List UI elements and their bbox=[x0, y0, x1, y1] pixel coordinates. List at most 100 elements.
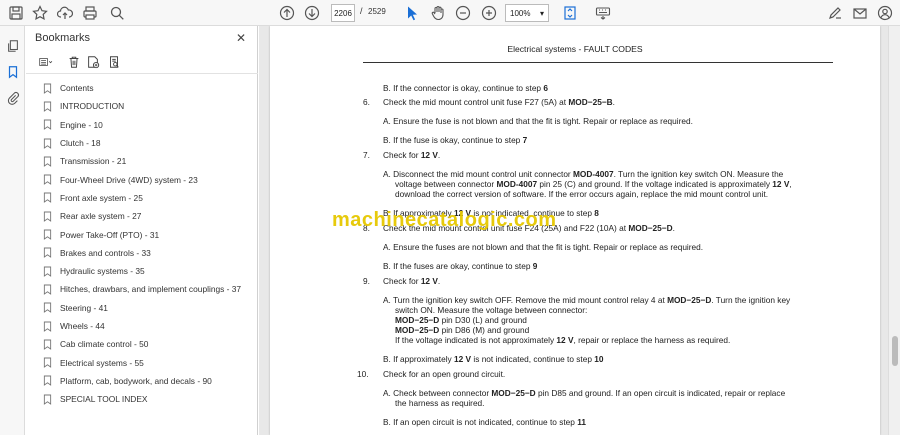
page-thumbnails-icon[interactable] bbox=[4, 37, 21, 54]
doc-line: A. Ensure the fuses are not blown and th… bbox=[383, 242, 704, 252]
bookmark-icon bbox=[43, 338, 53, 350]
scrollbar-thumb[interactable] bbox=[892, 336, 898, 366]
bookmark-item[interactable]: Transmission - 21 bbox=[26, 152, 258, 170]
bookmark-item[interactable]: Engine - 10 bbox=[26, 116, 258, 134]
bookmark-item[interactable]: Brakes and controls - 33 bbox=[26, 244, 258, 262]
print-icon[interactable] bbox=[80, 3, 100, 23]
bookmark-item[interactable]: INTRODUCTION bbox=[26, 97, 258, 115]
bookmark-item[interactable]: Platform, cab, bodywork, and decals - 90 bbox=[26, 372, 258, 390]
bookmark-icon bbox=[43, 247, 53, 259]
bookmark-label: Hitches, drawbars, and implement couplin… bbox=[60, 284, 242, 295]
doc-line: Check for 12 V. bbox=[383, 276, 441, 286]
bookmark-icon bbox=[43, 320, 53, 332]
bookmarks-panel-icon[interactable] bbox=[4, 63, 21, 80]
page-separator: / bbox=[360, 6, 363, 16]
bookmark-label: Hydraulic systems - 35 bbox=[60, 266, 145, 277]
bookmark-label: Steering - 41 bbox=[60, 302, 108, 313]
doc-line: B. If approximately 12 V is not indicate… bbox=[383, 354, 604, 364]
page-number-input[interactable]: 2206 bbox=[331, 4, 355, 22]
page-fit-icon[interactable] bbox=[560, 3, 580, 23]
doc-line: download the correct version of software… bbox=[395, 189, 769, 199]
bookmark-label: Contents bbox=[60, 83, 94, 94]
bookmark-item[interactable]: Electrical systems - 55 bbox=[26, 353, 258, 371]
new-bookmark-icon[interactable] bbox=[85, 54, 101, 70]
save-icon[interactable] bbox=[6, 3, 26, 23]
bookmark-item[interactable]: Hydraulic systems - 35 bbox=[26, 262, 258, 280]
bookmark-item[interactable]: Four-Wheel Drive (4WD) system - 23 bbox=[26, 170, 258, 188]
pen-sign-icon[interactable] bbox=[825, 3, 845, 23]
doc-line: Check for an open ground circuit. bbox=[383, 369, 506, 379]
email-icon[interactable] bbox=[850, 3, 870, 23]
zoom-out-icon[interactable] bbox=[453, 3, 473, 23]
bookmark-item[interactable]: Front axle system - 25 bbox=[26, 189, 258, 207]
chevron-down-icon: ▾ bbox=[539, 8, 544, 18]
header-rule bbox=[363, 62, 833, 63]
bookmark-item[interactable]: Clutch - 18 bbox=[26, 134, 258, 152]
bookmark-item[interactable]: Hitches, drawbars, and implement couplin… bbox=[26, 280, 258, 298]
bookmark-label: Four-Wheel Drive (4WD) system - 23 bbox=[60, 174, 198, 185]
next-page-icon[interactable] bbox=[302, 3, 322, 23]
keyboard-icon[interactable] bbox=[593, 3, 613, 23]
doc-line: MOD−25−D pin D30 (L) and ground bbox=[395, 315, 527, 325]
bookmark-item[interactable]: Power Take-Off (PTO) - 31 bbox=[26, 225, 258, 243]
bookmark-item[interactable]: Cab climate control - 50 bbox=[26, 335, 258, 353]
bookmark-icon bbox=[43, 265, 53, 277]
bookmark-label: Rear axle system - 27 bbox=[60, 211, 142, 222]
vertical-scrollbar[interactable] bbox=[888, 26, 900, 435]
bookmark-item[interactable]: Rear axle system - 27 bbox=[26, 207, 258, 225]
step-number: 9. bbox=[363, 276, 370, 286]
doc-line: the harness as required. bbox=[395, 398, 485, 408]
bookmark-label: Front axle system - 25 bbox=[60, 192, 143, 203]
account-icon[interactable] bbox=[875, 3, 895, 23]
bookmark-icon bbox=[43, 155, 53, 167]
close-icon[interactable]: ✕ bbox=[234, 31, 248, 45]
bookmark-label: INTRODUCTION bbox=[60, 101, 125, 112]
bookmark-icon bbox=[43, 119, 53, 131]
bookmark-label: Brakes and controls - 33 bbox=[60, 247, 151, 258]
bookmark-label: Cab climate control - 50 bbox=[60, 339, 149, 350]
zoom-select[interactable]: 100% ▾ bbox=[505, 4, 549, 22]
bookmark-icon bbox=[43, 192, 53, 204]
bookmark-label: Power Take-Off (PTO) - 31 bbox=[60, 229, 160, 240]
step-number: 6. bbox=[363, 97, 370, 107]
bookmarks-list: Contents INTRODUCTION Engine - 10 Clutch - … bbox=[26, 79, 258, 408]
search-icon[interactable] bbox=[107, 3, 127, 23]
doc-line: B. If the fuse is okay, continue to step… bbox=[383, 135, 528, 145]
page-header: Electrical systems - FAULT CODES bbox=[507, 44, 643, 54]
cloud-upload-icon[interactable] bbox=[55, 3, 75, 23]
bookmark-label: Engine - 10 bbox=[60, 119, 103, 130]
bookmark-star-icon[interactable] bbox=[30, 3, 50, 23]
doc-line: Check for 12 V. bbox=[383, 150, 441, 160]
bookmarks-panel: Bookmarks ✕ Contents INTRODUCTION Engine -… bbox=[26, 26, 258, 435]
doc-line: voltage between connector MOD-4007 pin 2… bbox=[395, 179, 792, 189]
previous-page-icon[interactable] bbox=[277, 3, 297, 23]
bookmark-label: SPECIAL TOOL INDEX bbox=[60, 394, 148, 405]
delete-bookmark-icon[interactable] bbox=[66, 54, 82, 70]
bookmark-label: Transmission - 21 bbox=[60, 156, 127, 167]
doc-line: A. Check between connector MOD−25−D pin … bbox=[383, 388, 786, 398]
hand-tool-icon[interactable] bbox=[428, 3, 448, 23]
doc-line: MOD−25−D pin D86 (M) and ground bbox=[395, 325, 530, 335]
bookmark-icon bbox=[43, 375, 53, 387]
find-bookmark-icon[interactable] bbox=[106, 54, 122, 70]
bookmark-item[interactable]: Contents bbox=[26, 79, 258, 97]
step-number: 7. bbox=[363, 150, 370, 160]
bookmark-item[interactable]: Steering - 41 bbox=[26, 299, 258, 317]
bookmark-label: Clutch - 18 bbox=[60, 138, 101, 149]
doc-line: A. Disconnect the mid mount control unit… bbox=[383, 169, 784, 179]
document-viewer[interactable]: Electrical systems - FAULT CODES B. If t… bbox=[259, 26, 900, 435]
bookmark-item[interactable]: Wheels - 44 bbox=[26, 317, 258, 335]
bookmark-item[interactable]: SPECIAL TOOL INDEX bbox=[26, 390, 258, 408]
bookmark-label: Wheels - 44 bbox=[60, 321, 105, 331]
zoom-in-icon[interactable] bbox=[479, 3, 499, 23]
doc-line: If the voltage indicated is not approxim… bbox=[395, 335, 731, 345]
options-menu-icon[interactable] bbox=[35, 54, 57, 70]
document-page: Electrical systems - FAULT CODES B. If t… bbox=[270, 26, 880, 435]
select-cursor-icon[interactable] bbox=[402, 3, 422, 23]
watermark-text: machinecatalogic.com bbox=[332, 209, 557, 231]
main-toolbar: 2206 / 2529 100% ▾ bbox=[0, 0, 900, 26]
attachments-icon[interactable] bbox=[4, 89, 21, 106]
bookmark-icon bbox=[43, 174, 53, 186]
bookmarks-panel-title: Bookmarks bbox=[35, 32, 91, 44]
total-pages: 2529 bbox=[368, 7, 386, 16]
